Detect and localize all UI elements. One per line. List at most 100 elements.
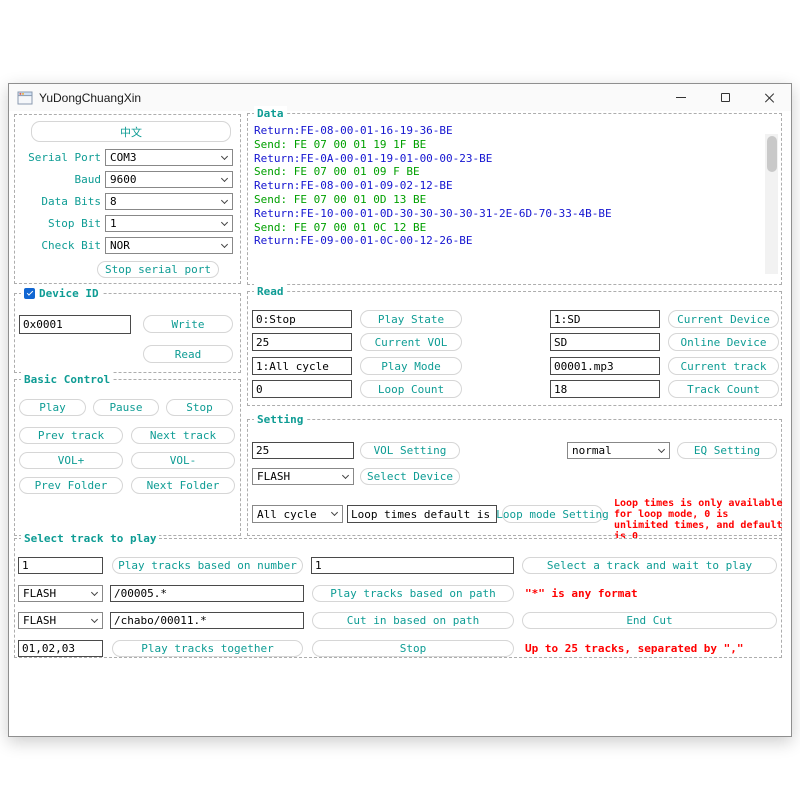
pause-button[interactable]: Pause: [93, 399, 159, 416]
loop-mode-select[interactable]: All cycle: [252, 505, 343, 523]
loop-mode-setting-button[interactable]: Loop mode Setting: [502, 505, 603, 523]
vol-up-button[interactable]: VOL+: [19, 452, 123, 469]
data-bits-label: Data Bits: [15, 193, 101, 210]
serial-port-select[interactable]: COM3: [105, 149, 233, 166]
eq-setting-button[interactable]: EQ Setting: [677, 442, 777, 459]
track-number-input[interactable]: [18, 557, 103, 574]
current-track-button[interactable]: Current track: [668, 357, 779, 375]
stop-serial-port-button[interactable]: Stop serial port: [97, 261, 219, 278]
next-folder-button[interactable]: Next Folder: [131, 477, 235, 494]
current-device-value[interactable]: [550, 310, 660, 328]
select-track-title: Select track to play: [21, 531, 159, 546]
cut-path-input[interactable]: [110, 612, 304, 629]
read-panel: Read Play State Current VOL Play Mode Lo…: [247, 291, 782, 406]
vol-setting-input[interactable]: [252, 442, 354, 459]
current-device-button[interactable]: Current Device: [668, 310, 779, 328]
check-bit-select[interactable]: NOR: [105, 237, 233, 254]
online-device-value[interactable]: [550, 333, 660, 351]
play-together-button[interactable]: Play tracks together: [112, 640, 303, 657]
read-panel-title: Read: [254, 284, 287, 299]
maximize-icon: [721, 93, 730, 102]
log-scrollbar[interactable]: [765, 134, 778, 274]
device-id-panel: Device ID Write Read: [14, 293, 241, 373]
path-format-note: "*" is any format: [525, 587, 638, 600]
device-select[interactable]: FLASH: [252, 468, 354, 485]
serial-settings-panel: 中文 Serial Port COM3 Baud 9600 Data Bits …: [14, 114, 241, 284]
prev-folder-button[interactable]: Prev Folder: [19, 477, 123, 494]
device-id-checkbox[interactable]: [24, 288, 35, 299]
stop-button[interactable]: Stop: [166, 399, 233, 416]
play-state-button[interactable]: Play State: [360, 310, 462, 328]
chevron-down-icon: [221, 197, 228, 204]
cut-device-select[interactable]: FLASH: [18, 612, 103, 629]
together-stop-button[interactable]: Stop: [312, 640, 514, 657]
basic-control-panel: Basic Control Play Pause Stop Prev track…: [14, 379, 241, 536]
play-by-number-button[interactable]: Play tracks based on number: [112, 557, 303, 574]
play-state-value[interactable]: [252, 310, 352, 328]
device-id-read-button[interactable]: Read: [143, 345, 233, 363]
check-bit-label: Check Bit: [15, 237, 101, 254]
log-line: Return:FE-09-00-01-0C-00-12-26-BE: [254, 234, 755, 248]
online-device-button[interactable]: Online Device: [668, 333, 779, 351]
select-device-button[interactable]: Select Device: [360, 468, 460, 485]
chevron-down-icon: [91, 589, 98, 596]
wait-track-input[interactable]: [311, 557, 514, 574]
path-device-select[interactable]: FLASH: [18, 585, 103, 602]
chevron-down-icon: [91, 616, 98, 623]
cut-device-value: FLASH: [23, 614, 56, 627]
track-count-value[interactable]: [550, 380, 660, 398]
eq-value: normal: [572, 444, 612, 457]
window-controls: [659, 84, 791, 111]
log-line: Return:FE-0A-00-01-19-01-00-00-23-BE: [254, 152, 755, 166]
chevron-down-icon: [331, 509, 338, 516]
play-mode-value[interactable]: [252, 357, 352, 375]
tracks-together-input[interactable]: [18, 640, 103, 657]
log-line: Return:FE-08-00-01-16-19-36-BE: [254, 124, 755, 138]
play-button[interactable]: Play: [19, 399, 86, 416]
track-count-button[interactable]: Track Count: [668, 380, 779, 398]
check-icon: [26, 289, 32, 295]
log-scrollbar-thumb[interactable]: [767, 136, 777, 172]
current-track-value[interactable]: [550, 357, 660, 375]
baud-label: Baud: [15, 171, 101, 188]
setting-panel: Setting VOL Setting normal EQ Setting FL…: [247, 419, 782, 536]
eq-select[interactable]: normal: [567, 442, 670, 459]
cut-in-button[interactable]: Cut in based on path: [312, 612, 514, 629]
current-vol-value[interactable]: [252, 333, 352, 351]
prev-track-button[interactable]: Prev track: [19, 427, 123, 444]
app-window: YuDongChuangXin 中文 Serial Port COM3 Baud…: [8, 83, 792, 737]
end-cut-button[interactable]: End Cut: [522, 612, 777, 629]
device-id-write-button[interactable]: Write: [143, 315, 233, 333]
stop-bit-value: 1: [110, 217, 117, 230]
play-by-path-button[interactable]: Play tracks based on path: [312, 585, 514, 602]
serial-port-label: Serial Port: [15, 149, 101, 166]
log-line: Send: FE 07 00 01 19 1F BE: [254, 138, 755, 152]
path-input[interactable]: [110, 585, 304, 602]
select-track-panel: Select track to play Play tracks based o…: [14, 538, 782, 658]
data-log-panel: Data Return:FE-08-00-01-16-19-36-BE Send…: [247, 113, 782, 285]
close-button[interactable]: [747, 84, 791, 111]
maximize-button[interactable]: [703, 84, 747, 111]
basic-control-title: Basic Control: [21, 372, 113, 387]
baud-select[interactable]: 9600: [105, 171, 233, 188]
loop-times-input[interactable]: [347, 505, 497, 523]
titlebar: YuDongChuangXin: [9, 84, 791, 111]
window-title: YuDongChuangXin: [39, 91, 141, 105]
data-bits-select[interactable]: 8: [105, 193, 233, 210]
play-mode-button[interactable]: Play Mode: [360, 357, 462, 375]
minimize-button[interactable]: [659, 84, 703, 111]
log-line: Return:FE-10-00-01-0D-30-30-30-30-31-2E-…: [254, 207, 755, 221]
loop-count-value[interactable]: [252, 380, 352, 398]
serial-log-output[interactable]: Return:FE-08-00-01-16-19-36-BE Send: FE …: [254, 124, 755, 278]
close-icon: [764, 92, 775, 103]
vol-down-button[interactable]: VOL-: [131, 452, 235, 469]
device-id-input[interactable]: [19, 315, 131, 334]
select-and-wait-button[interactable]: Select a track and wait to play: [522, 557, 777, 574]
loop-count-button[interactable]: Loop Count: [360, 380, 462, 398]
next-track-button[interactable]: Next track: [131, 427, 235, 444]
vol-setting-button[interactable]: VOL Setting: [360, 442, 460, 459]
language-toggle-button[interactable]: 中文: [31, 121, 231, 142]
stop-bit-select[interactable]: 1: [105, 215, 233, 232]
data-panel-title: Data: [254, 106, 287, 121]
current-vol-button[interactable]: Current VOL: [360, 333, 462, 351]
